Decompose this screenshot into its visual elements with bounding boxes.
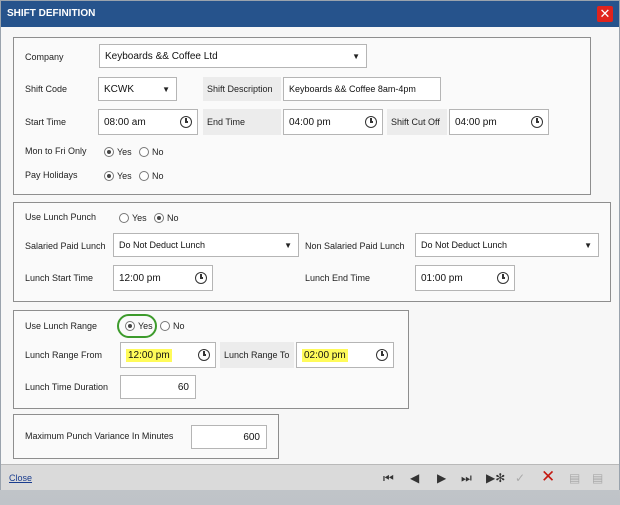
end-time-input[interactable]: 04:00 pm [283,109,383,135]
clock-icon[interactable] [365,116,377,128]
new-record-icon[interactable]: ▶✻ [486,469,505,487]
lunch-range-from-input[interactable]: 12:00 pm [120,342,216,368]
lunch-range-to-input[interactable]: 02:00 pm [296,342,394,368]
clock-icon[interactable] [376,349,388,361]
dialog-title: SHIFT DEFINITION [1,1,619,27]
pay-holidays-label: Pay Holidays [25,170,78,180]
lunch-range-to-label: Lunch Range To [220,342,294,368]
lunch-range-to-value: 02:00 pm [302,348,348,362]
clock-icon[interactable] [198,349,210,361]
mon-fri-no-radio[interactable]: No [139,147,164,157]
non-salaried-paid-lunch-label: Non Salaried Paid Lunch [305,241,405,251]
lunch-end-time-label: Lunch End Time [305,273,371,283]
shift-cutoff-value: 04:00 pm [455,116,497,128]
lunch-punch-yes-radio[interactable]: Yes [119,213,147,223]
lunch-range-no-radio[interactable]: No [160,321,185,331]
company-select[interactable]: Keyboards && Coffee Ltd [99,44,367,68]
mon-fri-label: Mon to Fri Only [25,146,87,156]
lunch-range-yes-radio[interactable]: Yes [125,321,153,331]
use-lunch-punch-label: Use Lunch Punch [25,212,97,222]
shift-code-label: Shift Code [25,84,68,94]
start-time-value: 08:00 am [104,116,146,128]
clock-icon[interactable] [497,272,509,284]
lunch-end-time-input[interactable]: 01:00 pm [415,265,515,291]
shift-code-select[interactable]: KCWK [98,77,177,101]
salaried-paid-lunch-select[interactable]: Do Not Deduct Lunch [113,233,299,257]
cancel-icon[interactable]: ✕ [541,467,555,487]
next-record-icon[interactable]: ▶ [437,469,446,487]
lunch-start-time-value: 12:00 pm [119,272,161,284]
end-time-label: End Time [203,109,281,135]
pay-holidays-yes-radio[interactable]: Yes [104,171,132,181]
dialog-footer: Close ⏮ ◀ ▶ ⏭ ▶✻ ✓ ✕ ▤ ▤ [1,464,619,490]
clock-icon[interactable] [180,116,192,128]
previous-record-icon[interactable]: ◀ [410,469,419,487]
max-punch-variance-input[interactable]: 600 [191,425,267,449]
pay-holidays-no-radio[interactable]: No [139,171,164,181]
non-salaried-paid-lunch-select[interactable]: Do Not Deduct Lunch [415,233,599,257]
end-time-value: 04:00 pm [289,116,331,128]
lunch-start-time-label: Lunch Start Time [25,273,94,283]
lunch-range-from-label: Lunch Range From [25,350,103,360]
lunch-time-duration-label: Lunch Time Duration [25,382,109,392]
save-icon[interactable]: ▤ [569,469,580,487]
lunch-time-duration-input[interactable]: 60 [120,375,196,399]
shift-description-label: Shift Description [203,77,281,101]
lunch-start-time-input[interactable]: 12:00 pm [113,265,213,291]
last-record-icon[interactable]: ⏭ [461,469,472,487]
shift-description-input[interactable]: Keyboards && Coffee 8am-4pm [283,77,441,101]
max-punch-variance-label: Maximum Punch Variance In Minutes [25,431,174,441]
salaried-paid-lunch-label: Salaried Paid Lunch [25,241,106,251]
lunch-end-time-value: 01:00 pm [421,272,463,284]
mon-fri-yes-radio[interactable]: Yes [104,147,132,157]
clock-icon[interactable] [531,116,543,128]
clock-icon[interactable] [195,272,207,284]
save-edit-icon[interactable]: ▤ [592,469,603,487]
lunch-punch-no-radio[interactable]: No [154,213,179,223]
first-record-icon[interactable]: ⏮ [383,469,394,487]
shift-definition-dialog: SHIFT DEFINITION ✕ Company Keyboards && … [0,0,620,490]
start-time-label: Start Time [25,117,67,127]
start-time-input[interactable]: 08:00 am [98,109,198,135]
shift-cutoff-input[interactable]: 04:00 pm [449,109,549,135]
close-icon[interactable]: ✕ [597,6,613,22]
company-label: Company [25,52,64,62]
confirm-icon[interactable]: ✓ [515,469,525,487]
use-lunch-range-label: Use Lunch Range [25,321,98,331]
close-link[interactable]: Close [9,473,32,483]
lunch-range-from-value: 12:00 pm [126,348,172,362]
shift-cutoff-label: Shift Cut Off [387,109,447,135]
